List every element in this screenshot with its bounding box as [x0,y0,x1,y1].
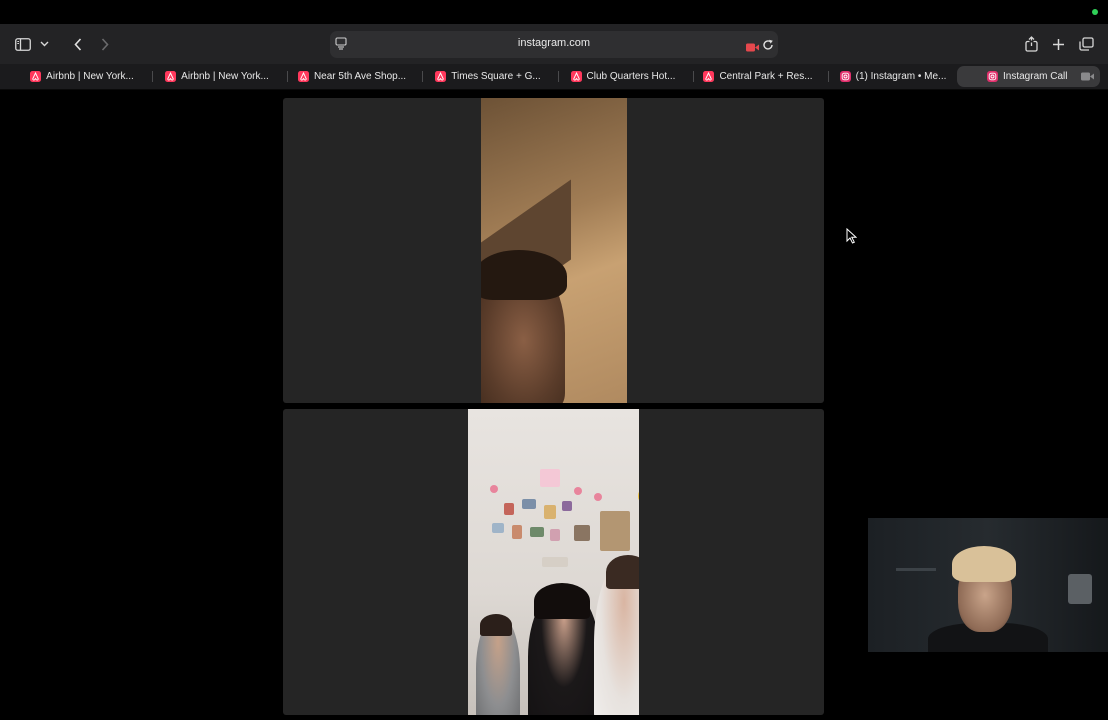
sidebar-icon[interactable] [13,32,33,56]
plus-icon[interactable] [1050,32,1066,56]
call-page [0,90,1108,720]
tab-label: Near 5th Ave Shop... [313,71,407,82]
address-url[interactable]: instagram.com [330,37,778,49]
airbnb-icon [435,71,447,82]
tab-overview-icon[interactable] [1077,32,1095,56]
back-button[interactable] [70,32,86,56]
tab-instagram-call[interactable]: Instagram Call [957,66,1100,87]
tab-label: Club Quarters Hot... [586,71,676,82]
browser-toolbar: instagram.com [0,24,1108,64]
airbnb-icon [703,71,715,82]
tab-airbnb-5[interactable]: Club Quarters Hot... [561,66,685,87]
tab-instagram-messages[interactable]: (1) Instagram • Me... [831,66,955,87]
forward-button[interactable] [97,32,113,56]
tab-airbnb-2[interactable]: Airbnb | New York... [155,66,279,87]
tab-label: Times Square + G... [451,71,541,82]
chevron-left-icon [74,37,82,51]
tab-airbnb-6[interactable]: Central Park + Res... [696,66,820,87]
tab-label: Instagram Call [1003,71,1068,82]
self-view-video[interactable] [868,518,1108,652]
mouse-pointer-icon [846,228,857,244]
camera-icon [1081,72,1094,81]
tab-separator [693,71,694,82]
participant-video [481,98,627,403]
participant-video-tile [283,98,824,403]
tab-airbnb-1[interactable]: Airbnb | New York... [20,66,144,87]
tab-airbnb-3[interactable]: Near 5th Ave Shop... [290,66,414,87]
tab-label: (1) Instagram • Me... [855,71,947,82]
reload-icon[interactable] [762,38,774,56]
camera-in-use-indicator [1092,9,1098,15]
tab-label: Airbnb | New York... [46,71,134,82]
instagram-icon [839,71,851,82]
participant-video-tile [283,409,824,715]
tab-label: Central Park + Res... [719,71,813,82]
tab-separator [152,71,153,82]
airbnb-icon [570,71,582,82]
tab-separator [287,71,288,82]
participant-video [468,409,639,715]
tab-bar: Airbnb | New York... Airbnb | New York..… [0,64,1108,90]
chevron-right-icon [101,37,109,51]
chevron-down-icon[interactable] [37,32,51,56]
tab-separator [828,71,829,82]
tab-separator [422,71,423,82]
camera-recording-icon[interactable] [746,39,759,57]
tab-label: Airbnb | New York... [181,71,269,82]
tab-airbnb-4[interactable]: Times Square + G... [426,66,550,87]
airbnb-icon [297,71,309,82]
share-icon[interactable] [1023,32,1039,56]
airbnb-icon [165,71,177,82]
tab-separator [558,71,559,82]
airbnb-icon [30,71,42,82]
menu-bar [0,0,1108,24]
instagram-icon [987,71,998,82]
address-bar[interactable]: instagram.com [330,31,778,58]
